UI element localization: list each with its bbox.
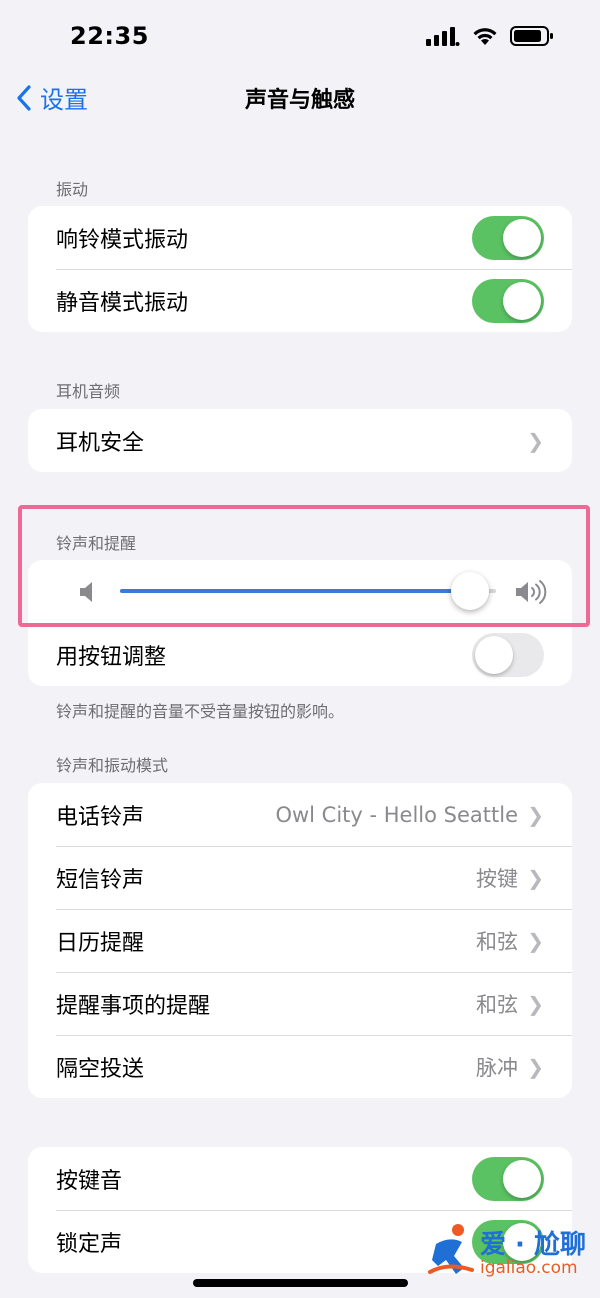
vibration-group: 响铃模式振动 静音模式振动 [28,206,572,332]
row-label: 隔空投送 [56,1056,145,1082]
toggle-knob [503,1159,541,1198]
row-label: 电话铃声 [56,804,145,830]
change-with-buttons-toggle[interactable] [472,632,544,677]
row-label: 锁定声 [56,1231,123,1257]
battery-icon [510,26,553,46]
home-indicator[interactable] [193,1279,408,1287]
cellular-signal-icon [426,27,460,46]
row-label: 响铃模式振动 [56,227,189,253]
status-bar: 22:35 [0,0,600,72]
chevron-right-icon: ❯ [527,991,544,1016]
airdrop-row[interactable]: 隔空投送 脉冲 ❯ [28,1035,572,1098]
chevron-right-icon: ❯ [527,802,544,827]
keyboard-clicks-row: 按键音 [28,1147,572,1210]
toggle-knob [475,635,513,674]
row-label: 耳机安全 [56,430,145,456]
watermark-title: 爱 · 尬聊 [480,1230,586,1260]
calendar-alerts-row[interactable]: 日历提醒 和弦 ❯ [28,909,572,972]
section-header-headphone-audio: 耳机音频 [56,382,121,401]
ring-vibration-toggle[interactable] [472,215,544,260]
toggle-knob [503,281,541,320]
row-label: 短信铃声 [56,867,145,893]
change-with-buttons-row: 用按钮调整 [28,623,572,686]
headphone-safety-row[interactable]: 耳机安全 ❯ [28,409,572,472]
chevron-right-icon: ❯ [527,428,544,453]
row-label: 用按钮调整 [56,644,167,670]
row-value: Owl City - Hello Seattle [275,802,518,827]
row-value: 和弦 [476,929,518,954]
ring-vibration-row: 响铃模式振动 [28,206,572,269]
section-header-sound-patterns: 铃声和振动模式 [56,756,169,775]
section-header-vibration: 振动 [56,180,89,199]
silent-vibration-row: 静音模式振动 [28,269,572,332]
highlight-box [18,505,590,627]
row-label: 按键音 [56,1168,123,1194]
headphone-group: 耳机安全 ❯ [28,409,572,472]
row-label: 静音模式振动 [56,290,189,316]
toggle-knob [503,218,541,257]
watermark-url: igaliao.com [480,1258,578,1278]
navigation-bar: 设置 声音与触感 [0,72,600,122]
row-value: 脉冲 [476,1055,518,1080]
row-label: 日历提醒 [56,930,145,956]
status-icons [426,24,554,48]
ringer-footer-note: 铃声和提醒的音量不受音量按钮的影响。 [56,702,345,721]
silent-vibration-toggle[interactable] [472,278,544,323]
keyboard-clicks-toggle[interactable] [472,1156,544,1201]
runner-logo-icon [428,1224,474,1274]
page-title: 声音与触感 [244,88,355,113]
reminder-alerts-row[interactable]: 提醒事项的提醒 和弦 ❯ [28,972,572,1035]
ringtone-row[interactable]: 电话铃声 Owl City - Hello Seattle ❯ [28,783,572,846]
chevron-right-icon: ❯ [527,865,544,890]
chevron-right-icon: ❯ [527,928,544,953]
wifi-icon [473,28,497,45]
row-value: 按键 [476,866,518,891]
sound-patterns-group: 电话铃声 Owl City - Hello Seattle ❯ 短信铃声 按键 … [28,783,572,1098]
text-tone-row[interactable]: 短信铃声 按键 ❯ [28,846,572,909]
row-value: 和弦 [476,992,518,1017]
row-label: 提醒事项的提醒 [56,993,211,1019]
watermark-logo: 爱 · 尬聊 igaliao.com [428,1218,588,1284]
status-time: 22:35 [70,22,149,50]
chevron-right-icon: ❯ [527,1054,544,1079]
